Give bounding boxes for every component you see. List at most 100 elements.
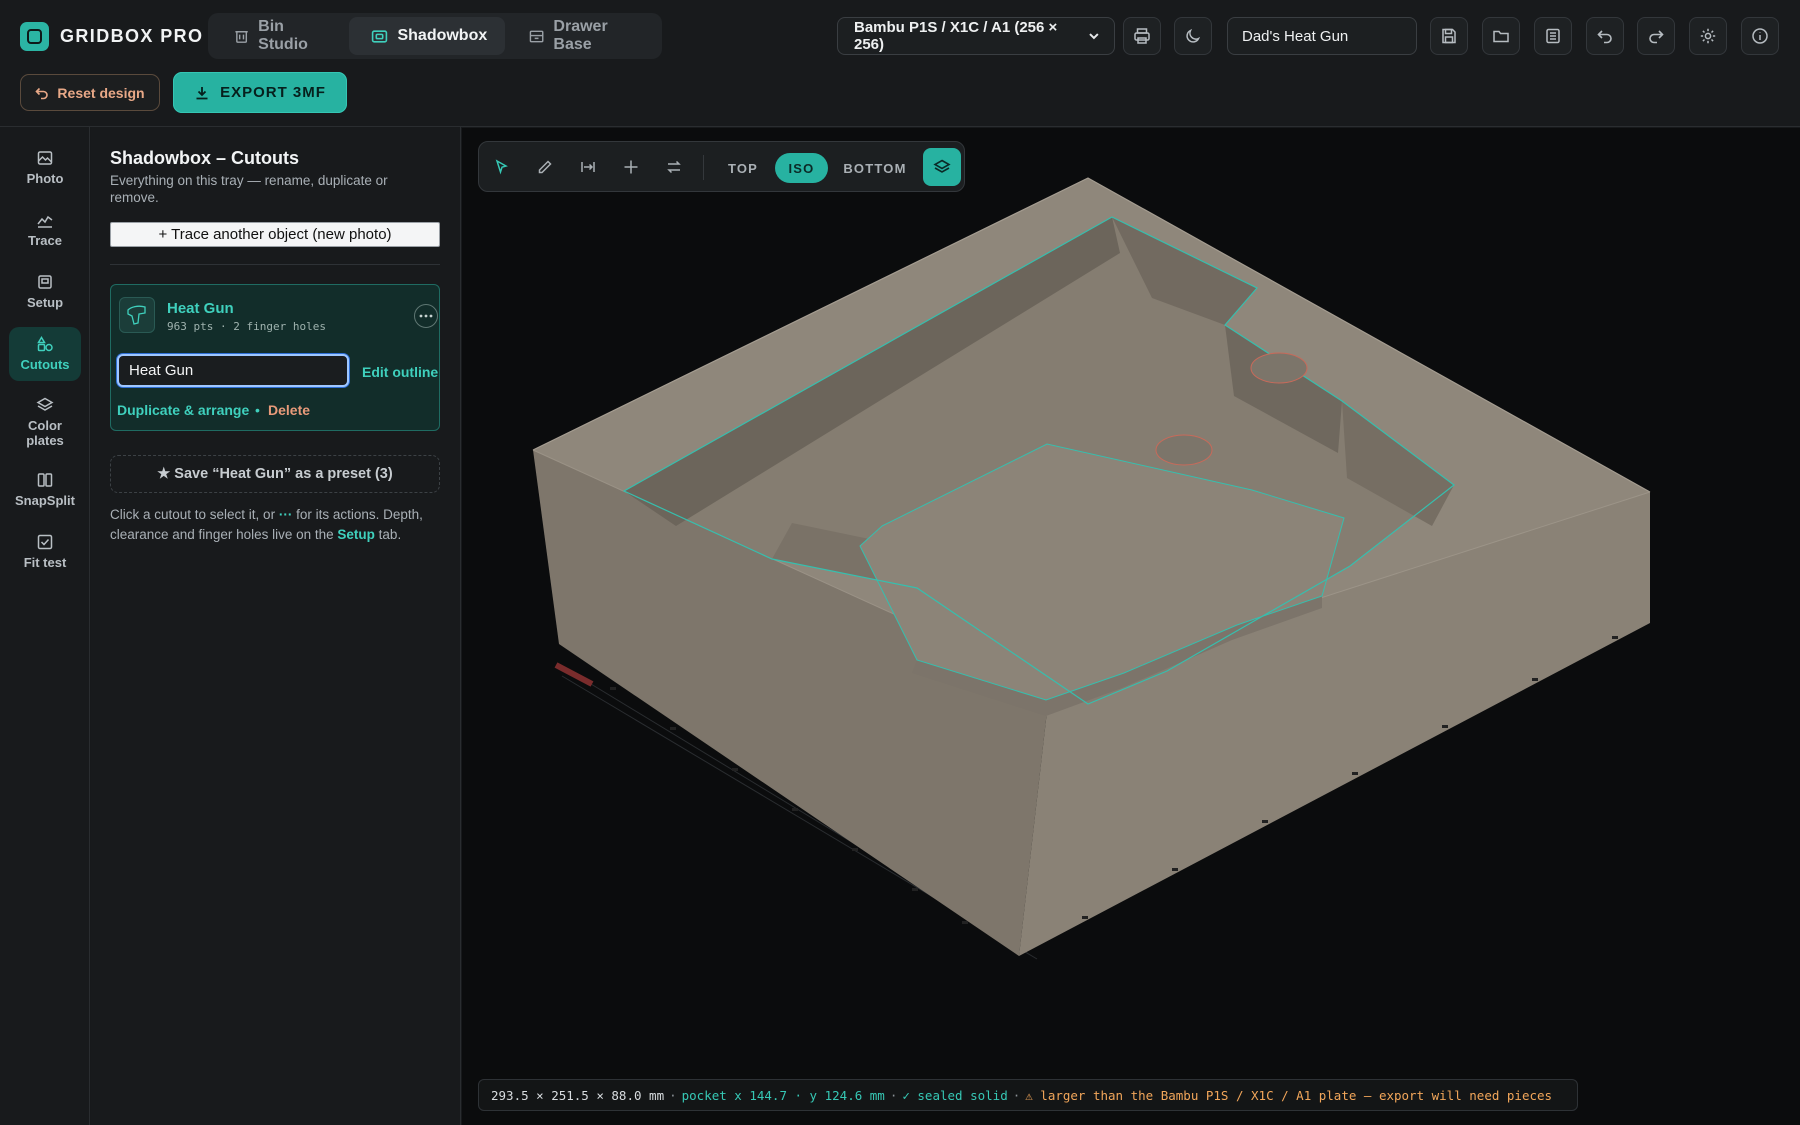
nav-item-photo[interactable]: Photo — [9, 141, 81, 195]
project-name-input[interactable] — [1227, 17, 1417, 55]
shadowbox-tray-model[interactable] — [462, 128, 1800, 1125]
nav-label: Color plates — [26, 417, 64, 448]
nav-label: Photo — [26, 171, 64, 187]
info-button[interactable] — [1741, 17, 1779, 55]
snapsplit-icon — [37, 473, 53, 487]
status-solid: ✓ sealed solid — [902, 1087, 1008, 1103]
save-preset-button[interactable]: ★ Save “Heat Gun” as a preset (3) — [110, 455, 440, 493]
cutout-card[interactable]: Heat Gun 963 pts · 2 finger holes Edit o… — [110, 284, 440, 431]
status-pocket: pocket x 144.7 · y 124.6 mm — [681, 1087, 885, 1103]
3d-viewport[interactable]: TOP ISO BOTTOM 293.5 × 251.5 × 88.0 mm ·… — [462, 128, 1800, 1125]
view-bottom-button[interactable]: BOTTOM — [835, 153, 915, 183]
photo-icon — [37, 151, 53, 165]
edit-outline-link[interactable]: Edit outline — [362, 364, 438, 380]
undo-button[interactable] — [1586, 17, 1624, 55]
tab-label: Bin Studio — [258, 18, 308, 53]
printer-select[interactable]: Bambu P1S / X1C / A1 (256 × 256) — [837, 17, 1115, 55]
duplicate-arrange-link[interactable]: Duplicate & arrange — [117, 402, 249, 418]
redo-button[interactable] — [1637, 17, 1675, 55]
theme-toggle-button[interactable] — [1174, 17, 1212, 55]
left-nav: Photo Trace Setup Cutouts Color plates S… — [0, 127, 90, 1125]
layers-toggle-button[interactable] — [923, 148, 961, 186]
download-icon — [196, 86, 208, 99]
measure-tool-button[interactable] — [575, 154, 601, 180]
export-3mf-button[interactable]: EXPORT 3MF — [173, 72, 347, 113]
undo-arrow-icon — [35, 87, 49, 99]
more-dots-icon — [419, 314, 433, 318]
panel-title: Shadowbox – Cutouts — [110, 148, 299, 168]
setup-link[interactable]: Setup — [337, 527, 375, 542]
library-icon — [1546, 28, 1560, 44]
trace-another-button[interactable]: + Trace another object (new photo) — [110, 222, 440, 247]
nav-label: Trace — [28, 233, 62, 249]
print-button[interactable] — [1123, 17, 1161, 55]
chevron-down-icon — [1089, 33, 1099, 40]
nav-label: Setup — [26, 295, 64, 311]
gridbox-logo-icon — [20, 21, 49, 51]
reset-design-button[interactable]: Reset design — [20, 74, 160, 111]
open-folder-icon — [1493, 30, 1509, 43]
tab-shadowbox[interactable]: Shadowbox — [349, 17, 506, 55]
toolbar-divider — [703, 155, 704, 180]
select-tool-button[interactable] — [489, 154, 515, 180]
status-dimensions: 293.5 × 251.5 × 88.0 mm — [491, 1087, 665, 1103]
layers-icon — [933, 159, 951, 173]
pencil-icon — [538, 160, 552, 174]
nav-item-snapsplit[interactable]: SnapSplit — [9, 463, 81, 517]
tab-drawer-base[interactable]: Drawer Base — [507, 17, 658, 55]
mode-tabs: Bin Studio Shadowbox Drawer Base — [208, 13, 662, 59]
cutouts-panel: Shadowbox – Cutouts Everything on this t… — [91, 127, 461, 1125]
print-icon — [1134, 28, 1150, 44]
brand: GRIDBOX PRO — [20, 21, 203, 51]
more-dots-glyph: ··· — [278, 507, 293, 522]
settings-icon — [1700, 28, 1716, 44]
nav-item-trace[interactable]: Trace — [9, 203, 81, 257]
reset-design-label: Reset design — [57, 84, 145, 101]
flip-tool-button[interactable] — [661, 154, 687, 180]
nav-item-setup[interactable]: Setup — [9, 265, 81, 319]
setup-icon — [38, 275, 52, 289]
layers-icon — [36, 397, 54, 411]
cutout-more-button[interactable] — [414, 304, 438, 328]
settings-button[interactable] — [1689, 17, 1727, 55]
trace-icon — [37, 215, 53, 228]
cutout-name[interactable]: Heat Gun — [167, 300, 234, 317]
separator-bullet: • — [255, 402, 260, 418]
info-icon — [1752, 28, 1768, 44]
cutout-meta: 963 pts · 2 finger holes — [167, 320, 326, 333]
nav-item-cutouts[interactable]: Cutouts — [9, 327, 81, 381]
view-top-button[interactable]: TOP — [715, 153, 771, 183]
library-button[interactable] — [1534, 17, 1572, 55]
tab-bin-studio[interactable]: Bin Studio — [212, 17, 347, 55]
printer-select-value: Bambu P1S / X1C / A1 (256 × 256) — [854, 19, 1058, 53]
cutout-rename-input[interactable] — [117, 354, 349, 387]
save-button[interactable] — [1430, 17, 1468, 55]
delete-cutout-link[interactable]: Delete — [268, 402, 310, 418]
status-sep: · — [889, 1087, 898, 1103]
flip-icon — [667, 160, 681, 174]
fit-test-icon — [37, 534, 53, 550]
shadowbox-icon — [372, 29, 388, 43]
view-iso-button[interactable]: ISO — [775, 153, 828, 183]
viewport-toolbar: TOP ISO BOTTOM — [478, 141, 965, 192]
crosshair-icon — [624, 160, 638, 174]
open-button[interactable] — [1482, 17, 1520, 55]
measure-icon — [581, 162, 595, 172]
bin-icon — [235, 30, 248, 43]
hint-text: Click a cutout to select it, or — [110, 507, 279, 522]
moon-icon — [1186, 28, 1201, 43]
nav-item-color-plates[interactable]: Color plates — [9, 389, 81, 455]
tab-label: Drawer Base — [553, 18, 608, 53]
nav-item-fit-test[interactable]: Fit test — [9, 525, 81, 579]
undo-icon — [1597, 30, 1612, 44]
draw-tool-button[interactable] — [532, 154, 558, 180]
panel-subtitle: Everything on this tray — rename, duplic… — [110, 173, 388, 205]
panel-hint: Click a cutout to select it, or ··· for … — [110, 505, 445, 545]
status-sep: · — [669, 1087, 677, 1103]
app-name: GRIDBOX PRO — [60, 25, 204, 46]
nav-label: Cutouts — [20, 357, 70, 373]
nav-label: Fit test — [23, 555, 67, 571]
divider — [110, 264, 440, 265]
export-3mf-label: EXPORT 3MF — [220, 84, 326, 101]
center-tool-button[interactable] — [618, 154, 644, 180]
